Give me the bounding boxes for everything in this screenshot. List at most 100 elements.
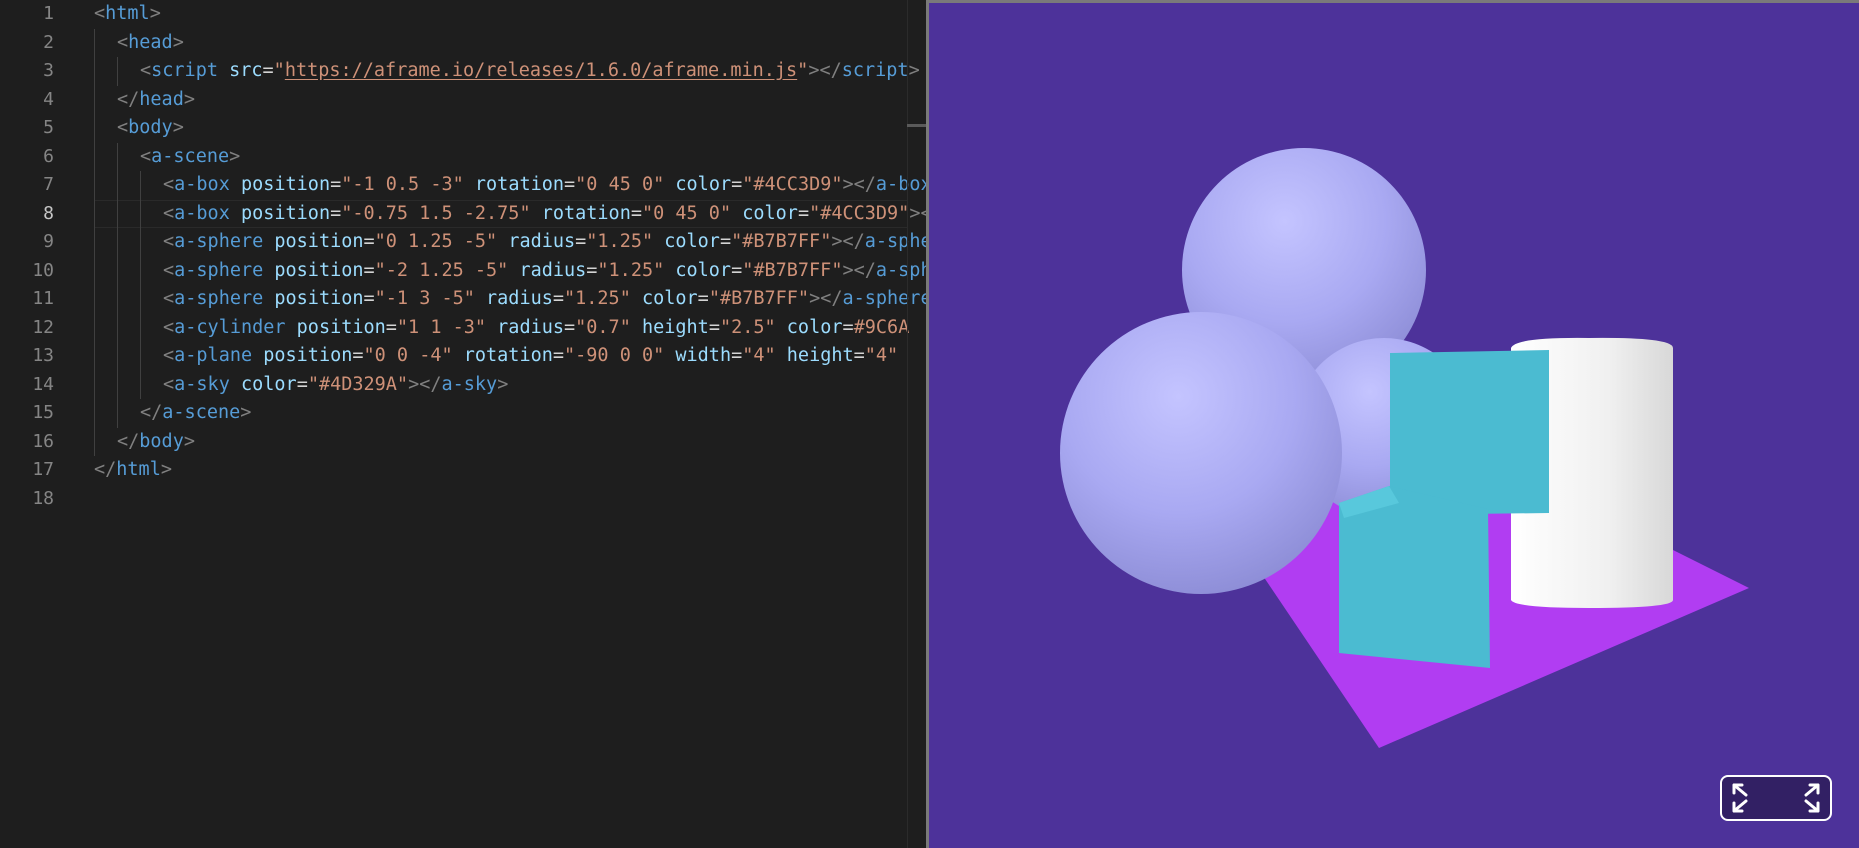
code-line[interactable]: 8 <a-box position="-0.75 1.5 -2.75" rotat… [0, 199, 926, 228]
code-token-eq: = [564, 174, 576, 195]
code-token-name: a-plane [174, 345, 253, 366]
code-token-str: "0.7" [575, 316, 631, 338]
indent-guide [94, 342, 95, 371]
code-token-str: "-2 1.25 -5" [374, 259, 509, 281]
code-token-tag: < [163, 231, 175, 252]
code-token-eq: = [719, 231, 732, 252]
code-line[interactable]: 18 [0, 485, 926, 513]
code-token-eq: = [842, 316, 854, 338]
indent-guide [117, 256, 118, 285]
code-line[interactable]: 16 </body> [0, 427, 926, 456]
indent-guide [94, 57, 95, 86]
indent-guide [117, 399, 118, 428]
code-token-attr: position [240, 202, 331, 224]
code-token-tag: < [163, 316, 175, 338]
line-number: 5 [43, 117, 54, 138]
code-token-attr: rotation [474, 174, 565, 195]
code-token-attr: radius [486, 288, 553, 309]
code-line[interactable]: 7 <a-box position="-1 0.5 -3" rotation="0… [0, 171, 926, 200]
code-line[interactable]: 5 <body> [0, 114, 926, 143]
code-token-link[interactable]: https://aframe.io/releases/1.6.0/aframe.… [285, 60, 797, 81]
indent-guide [140, 342, 141, 371]
code-token-str: "4" [864, 345, 899, 366]
code-text: </head> [117, 86, 195, 114]
code-token-eq: = [731, 174, 743, 195]
code-token-sp [664, 260, 675, 281]
code-token-eq: = [552, 288, 564, 309]
code-token-attr: position [263, 345, 353, 366]
code-line[interactable]: 6 <a-scene> [0, 142, 926, 171]
code-token-eq: = [731, 259, 743, 281]
code-token-sp [218, 60, 229, 81]
line-number: 15 [32, 402, 54, 423]
indent-guide [94, 114, 95, 143]
line-number: 16 [32, 430, 54, 452]
code-token-name: a-box [174, 202, 230, 224]
code-token-attr: radius [508, 231, 576, 252]
code-text: <a-sphere position="-1 3 -5" radius="1.2… [163, 285, 926, 313]
code-line[interactable]: 3 <script src="https://aframe.io/releases… [0, 57, 926, 86]
line-number: 10 [32, 259, 54, 281]
line-number: 18 [32, 487, 54, 509]
code-token-sp [230, 203, 241, 224]
code-line[interactable]: 10 <a-sphere position="-2 1.25 -5" radius… [0, 256, 926, 285]
code-token-name: a-sphere [174, 288, 264, 309]
code-token-sp [486, 317, 497, 338]
indent-guide [94, 427, 95, 456]
scrollbar-thumb[interactable] [907, 124, 926, 127]
code-token-tag: ></ [808, 60, 842, 81]
code-line[interactable]: 1 <html> [0, 0, 926, 28]
aframe-preview[interactable] [929, 0, 1859, 848]
code-text: <a-sky color="#4D329A"></a-sky> [163, 371, 508, 399]
code-text: <body> [117, 114, 184, 142]
code-token-sp [230, 174, 241, 195]
code-token-tag: </ [117, 88, 140, 110]
code-token-eq: = [296, 373, 308, 395]
code-token-tag: < [163, 174, 175, 195]
code-line[interactable]: 12 <a-cylinder position="1 1 -3" radius="… [0, 313, 926, 342]
code-token-sp [263, 231, 274, 252]
line-number: 3 [43, 60, 54, 81]
code-token-tag: > [172, 117, 184, 138]
code-line[interactable]: 11 <a-sphere position="-1 3 -5" radius="1… [0, 285, 926, 314]
code-token-attr: position [274, 259, 364, 281]
line-number: 1 [43, 3, 54, 24]
code-token-tag: > [149, 3, 161, 24]
code-text: <a-sphere position="-2 1.25 -5" radius="… [163, 257, 926, 285]
indent-guide [140, 228, 141, 257]
code-line[interactable]: 13 <a-plane position="0 0 -4" rotation="-… [0, 342, 926, 371]
code-token-name: html [105, 3, 150, 24]
editor-scrollbar[interactable] [907, 0, 926, 848]
code-token-attr: src [229, 60, 263, 81]
vr-mode-button[interactable] [1720, 775, 1832, 821]
code-token-str: " [273, 60, 285, 81]
code-token-name: body [139, 430, 184, 452]
code-token-eq: = [853, 345, 865, 366]
code-line[interactable]: 4 </head> [0, 85, 926, 114]
indent-guide [94, 85, 95, 114]
code-text: <head> [117, 29, 184, 57]
code-token-str: "-1 3 -5" [374, 288, 475, 309]
indent-guide [94, 28, 95, 57]
indent-guide [94, 199, 95, 228]
code-line[interactable]: 2 <head> [0, 28, 926, 57]
code-token-tag: > [240, 402, 252, 423]
code-token-eq: = [586, 259, 598, 281]
scene-canvas [1060, 148, 1749, 748]
code-token-attr: width [675, 345, 732, 366]
code-token-name: a-sky [441, 373, 498, 395]
code-token-str: #9C6A [853, 316, 910, 338]
code-line[interactable]: 14 <a-sky color="#4D329A"></a-sky> [0, 370, 926, 399]
code-token-name: body [128, 117, 173, 138]
code-token-name: a-box [174, 174, 230, 195]
code-line[interactable]: 15 </a-scene> [0, 399, 926, 428]
code-line[interactable]: 9 <a-sphere position="0 1.25 -5" radius="… [0, 228, 926, 257]
code-token-sp [664, 174, 675, 195]
code-editor[interactable]: 1 <html> 2 <head> 3 <script src="https://afra… [0, 0, 926, 848]
indent-guide [94, 399, 95, 428]
code-token-tag: < [94, 3, 106, 24]
indent-guide [94, 285, 95, 314]
code-token-eq: = [708, 316, 720, 338]
code-line[interactable]: 17 </html> [0, 456, 926, 484]
code-text: </body> [117, 428, 195, 456]
